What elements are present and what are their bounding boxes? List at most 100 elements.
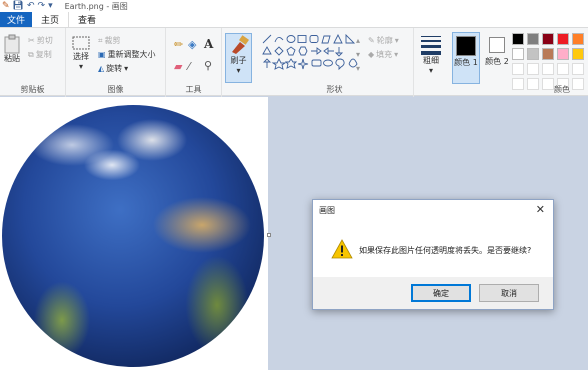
save-icon[interactable]: 💾︎ <box>13 1 24 11</box>
eraser-icon[interactable]: ▰ <box>174 60 182 73</box>
brushes-group: 刷子 ▾ <box>222 28 256 97</box>
palette-swatch[interactable] <box>572 48 584 60</box>
palette-swatch[interactable] <box>542 48 554 60</box>
paste-label: 粘贴 <box>4 54 20 63</box>
fill-button[interactable]: ◆ 填充 ▾ <box>368 49 398 60</box>
brush-icon <box>231 35 249 54</box>
select-button[interactable]: 选择 ▾ <box>70 36 92 72</box>
palette-swatch[interactable] <box>512 48 524 60</box>
shapes-expand[interactable]: ▾ <box>356 64 360 73</box>
fill-bucket-icon[interactable]: ◈ <box>188 38 196 51</box>
size-button[interactable]: 粗细 ▾ <box>418 34 444 76</box>
palette-swatch[interactable] <box>572 63 584 75</box>
drawing-canvas[interactable] <box>0 97 268 370</box>
ribbon: 粘贴 ✂ 剪切 ⧉ 复制 剪贴板 选择 ▾ ⌗ 裁剪 ▣ 重新调整大小 ◭ 旋转 ▾ 图像 … <box>0 27 588 97</box>
text-tool-icon[interactable]: A <box>204 37 213 51</box>
brushes-label: 刷子 <box>230 56 247 65</box>
select-icon <box>72 36 90 50</box>
select-label: 选择 <box>73 52 89 61</box>
color-picker-icon[interactable]: ⁄ <box>188 60 190 73</box>
shapes-scroll-down[interactable]: ▾ <box>356 50 360 59</box>
shapes-group: ▴ ▾ ▾ ✎ 轮廓 ▾ ◆ 填充 ▾ 形状 <box>256 28 414 97</box>
close-icon[interactable]: ✕ <box>536 203 545 216</box>
fill-label: 填充 <box>376 50 393 59</box>
warning-icon <box>331 239 353 259</box>
save-warning-dialog: 画图 ✕ 如果保存此图片任何透明度将丢失。是否要继续? 确定 取消 <box>312 199 554 310</box>
brushes-button[interactable]: 刷子 ▾ <box>225 33 252 83</box>
cut-label: 剪切 <box>36 36 53 45</box>
outline-label: 轮廓 <box>376 36 393 45</box>
color1-swatch <box>456 36 476 56</box>
earth-image <box>2 105 264 367</box>
palette-swatch[interactable] <box>512 63 524 75</box>
rotate-icon: ◭ <box>98 64 105 73</box>
dialog-title-bar: 画图 ✕ <box>313 200 553 222</box>
copy-button[interactable]: ⧉ 复制 <box>28 49 52 60</box>
paste-button[interactable]: 粘贴 <box>3 34 21 64</box>
shapes-scroll-up[interactable]: ▴ <box>356 36 360 45</box>
canvas-resize-handle[interactable] <box>267 233 271 237</box>
resize-icon: ▣ <box>98 50 106 59</box>
palette-swatch[interactable] <box>512 33 524 45</box>
chevron-down-icon: ▾ <box>394 50 399 59</box>
redo-icon[interactable]: ↷ <box>38 1 46 11</box>
dialog-title: 画图 <box>319 206 335 215</box>
palette-swatch[interactable] <box>542 78 554 90</box>
chevron-down-icon: ▾ <box>236 66 241 75</box>
ribbon-tabs: 文件 主页 查看 <box>0 12 588 27</box>
magnifier-icon[interactable]: ⚲ <box>204 59 212 72</box>
line-size-icon <box>421 36 441 55</box>
tools-group: ✏ ◈ A ▰ ⁄ ⚲ 工具 <box>166 28 222 97</box>
shapes-gallery[interactable] <box>262 34 366 78</box>
palette-swatch[interactable] <box>542 63 554 75</box>
pencil-icon[interactable]: ✏ <box>174 38 183 51</box>
quick-access-toolbar: ✎ 💾︎ ↶ ↷ ▾ <box>0 1 53 11</box>
palette-swatch[interactable] <box>527 78 539 90</box>
tab-view[interactable]: 查看 <box>68 12 105 27</box>
tab-home[interactable]: 主页 <box>32 12 68 27</box>
palette-swatch[interactable] <box>557 33 569 45</box>
copy-icon: ⧉ <box>28 49 34 59</box>
size-label: 粗细 <box>423 56 439 65</box>
palette-swatch[interactable] <box>557 48 569 60</box>
resize-label: 重新调整大小 <box>107 50 156 59</box>
palette-swatch[interactable] <box>557 63 569 75</box>
outline-icon: ✎ <box>368 36 375 45</box>
palette-swatch[interactable] <box>572 33 584 45</box>
crop-label: 裁剪 <box>104 36 121 45</box>
chevron-down-icon: ▾ <box>394 36 399 45</box>
dialog-body: 如果保存此图片任何透明度将丢失。是否要继续? <box>313 222 553 277</box>
window-title: Earth.png - 画图 <box>64 1 128 11</box>
palette-swatch[interactable] <box>527 63 539 75</box>
colors-group-label: 颜色 <box>554 85 570 94</box>
title-bar: ✎ 💾︎ ↶ ↷ ▾ Earth.png - 画图 <box>0 0 588 12</box>
palette-swatch[interactable] <box>512 78 524 90</box>
dialog-message: 如果保存此图片任何透明度将丢失。是否要继续? <box>359 246 532 255</box>
rotate-label: 旋转 <box>106 64 123 73</box>
palette-swatch[interactable] <box>527 33 539 45</box>
customize-dropdown-icon[interactable]: ▾ <box>48 1 53 11</box>
color2-button[interactable]: 颜色 2 <box>484 32 510 84</box>
fill-icon: ◆ <box>368 50 375 59</box>
cut-button[interactable]: ✂ 剪切 <box>28 35 53 46</box>
scissors-icon: ✂ <box>28 36 35 45</box>
image-group: 选择 ▾ ⌗ 裁剪 ▣ 重新调整大小 ◭ 旋转 ▾ 图像 <box>66 28 166 97</box>
colors-group: 粗细 ▾ 颜色 1 颜色 2 颜色 <box>414 28 588 97</box>
rotate-button[interactable]: ◭ 旋转 ▾ <box>98 63 128 74</box>
tools-group-label: 工具 <box>185 85 202 94</box>
palette-swatch[interactable] <box>527 48 539 60</box>
chevron-down-icon: ▾ <box>124 64 129 73</box>
clipboard-group: 粘贴 ✂ 剪切 ⧉ 复制 剪贴板 <box>0 28 66 97</box>
undo-icon[interactable]: ↶ <box>27 1 35 11</box>
clipboard-group-label: 剪贴板 <box>20 85 45 94</box>
palette-swatch[interactable] <box>542 33 554 45</box>
color1-button[interactable]: 颜色 1 <box>452 32 480 84</box>
cancel-button[interactable]: 取消 <box>479 284 539 302</box>
ok-button[interactable]: 确定 <box>411 284 471 302</box>
color2-swatch <box>489 37 505 53</box>
resize-button[interactable]: ▣ 重新调整大小 <box>98 49 156 60</box>
tab-file[interactable]: 文件 <box>0 12 33 27</box>
crop-button[interactable]: ⌗ 裁剪 <box>98 35 121 46</box>
outline-button[interactable]: ✎ 轮廓 ▾ <box>368 35 399 46</box>
chevron-down-icon: ▾ <box>428 66 433 75</box>
